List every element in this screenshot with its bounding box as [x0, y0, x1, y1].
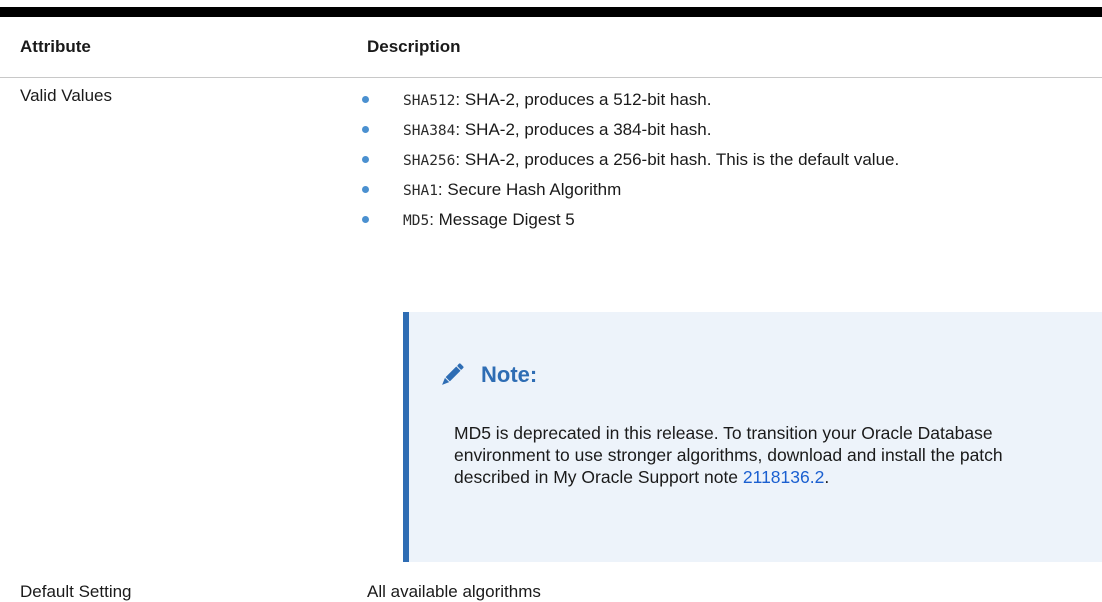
algorithm-code: SHA384: [403, 123, 456, 139]
default-setting-label: Default Setting: [20, 582, 132, 601]
support-note-link[interactable]: 2118136.2: [743, 467, 824, 487]
bullet-icon: [362, 96, 369, 103]
algorithm-code: SHA1: [403, 183, 438, 199]
pencil-icon: [442, 363, 464, 385]
bullet-icon: [362, 126, 369, 133]
list-item: MD5: Message Digest 5: [359, 208, 1059, 233]
algorithm-code: SHA512: [403, 93, 456, 109]
valid-values-list: SHA512: SHA-2, produces a 512-bit hash. …: [359, 88, 1059, 238]
algorithm-code: SHA256: [403, 153, 456, 169]
note-text: MD5 is deprecated in this release. To tr…: [454, 423, 1003, 487]
note-header: Note:: [436, 359, 537, 391]
list-item: SHA384: SHA-2, produces a 384-bit hash.: [359, 118, 1059, 143]
note-box: Note: MD5 is deprecated in this release.…: [403, 312, 1102, 562]
table-header-row: Attribute Description: [0, 17, 1102, 78]
list-item: SHA256: SHA-2, produces a 256-bit hash. …: [359, 148, 1059, 173]
algorithm-description: : Message Digest 5: [429, 210, 575, 229]
bullet-icon: [362, 186, 369, 193]
algorithm-code: MD5: [403, 213, 430, 229]
description-column-header: Description: [367, 37, 461, 56]
list-item: SHA1: Secure Hash Algorithm: [359, 178, 1059, 203]
valid-values-label: Valid Values: [20, 86, 112, 105]
algorithm-description: : Secure Hash Algorithm: [437, 180, 622, 199]
top-rule: [0, 7, 1102, 17]
list-item: SHA512: SHA-2, produces a 512-bit hash.: [359, 88, 1059, 113]
note-title: Note:: [481, 362, 538, 387]
default-setting-value: All available algorithms: [367, 582, 541, 601]
algorithm-description: : SHA-2, produces a 384-bit hash.: [455, 120, 712, 139]
bullet-icon: [362, 216, 369, 223]
bullet-icon: [362, 156, 369, 163]
algorithm-description: : SHA-2, produces a 512-bit hash.: [455, 90, 712, 109]
note-body: MD5 is deprecated in this release. To tr…: [454, 422, 1074, 488]
note-period: .: [824, 467, 830, 487]
algorithm-description: : SHA-2, produces a 256-bit hash. This i…: [455, 150, 900, 169]
attribute-column-header: Attribute: [20, 37, 91, 56]
